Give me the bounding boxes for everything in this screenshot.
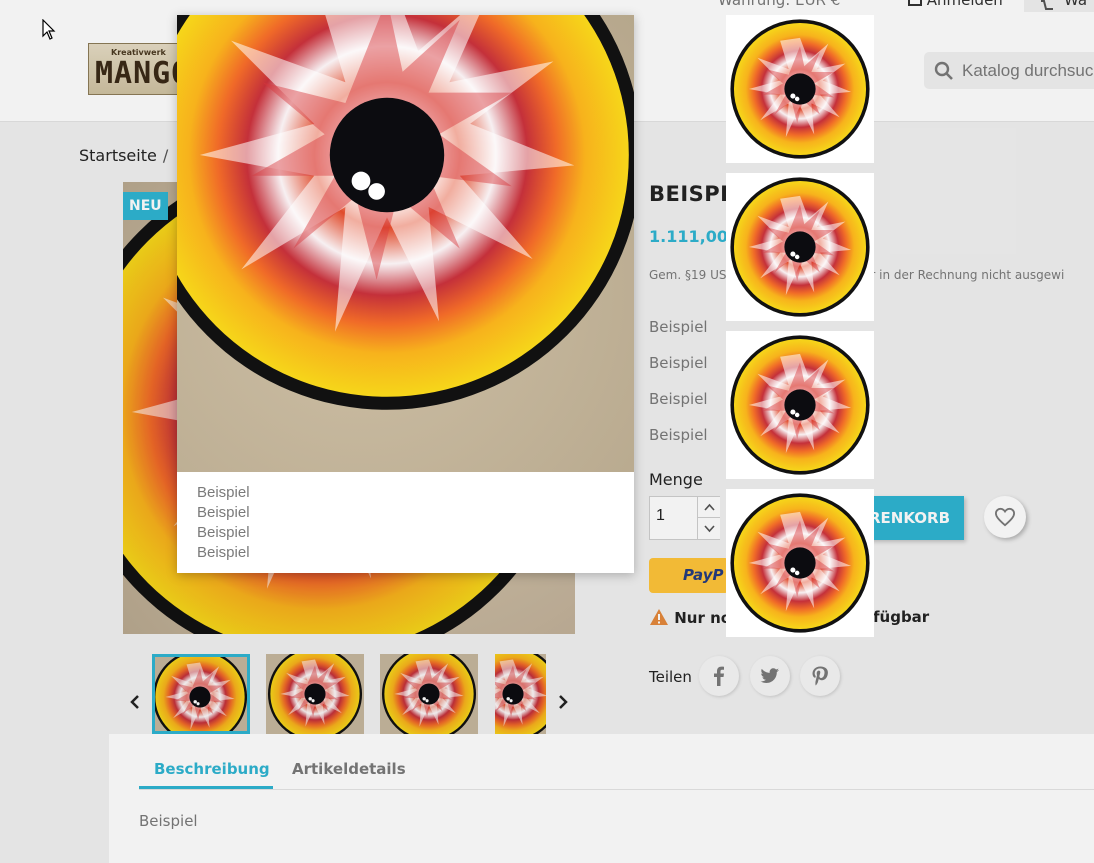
popup-thumbnail-2[interactable]: [726, 173, 874, 321]
product-page: Währung: EUR € Anmelden Wa Kreativwerk M…: [0, 0, 1094, 863]
popup-caption-line: Beispiel: [197, 524, 250, 541]
thumbnail-image: [729, 492, 871, 634]
thumbnail-image: [729, 18, 871, 160]
thumbnail-image: [729, 334, 871, 476]
thumbnail-image: [729, 176, 871, 318]
popup-caption-line: Beispiel: [197, 504, 250, 521]
image-zoom-popup: Beispiel Beispiel Beispiel Beispiel: [177, 15, 634, 573]
popup-caption-line: Beispiel: [197, 544, 250, 561]
popup-caption: Beispiel Beispiel Beispiel Beispiel: [197, 483, 250, 563]
popup-thumbnail-3[interactable]: [726, 331, 874, 479]
popup-thumbnail-4[interactable]: [726, 489, 874, 637]
mouse-cursor-icon: [42, 19, 56, 40]
popup-caption-line: Beispiel: [197, 484, 250, 501]
popup-image[interactable]: [177, 15, 634, 472]
popup-disc-image: [177, 15, 634, 415]
popup-thumbnail-1[interactable]: [726, 15, 874, 163]
